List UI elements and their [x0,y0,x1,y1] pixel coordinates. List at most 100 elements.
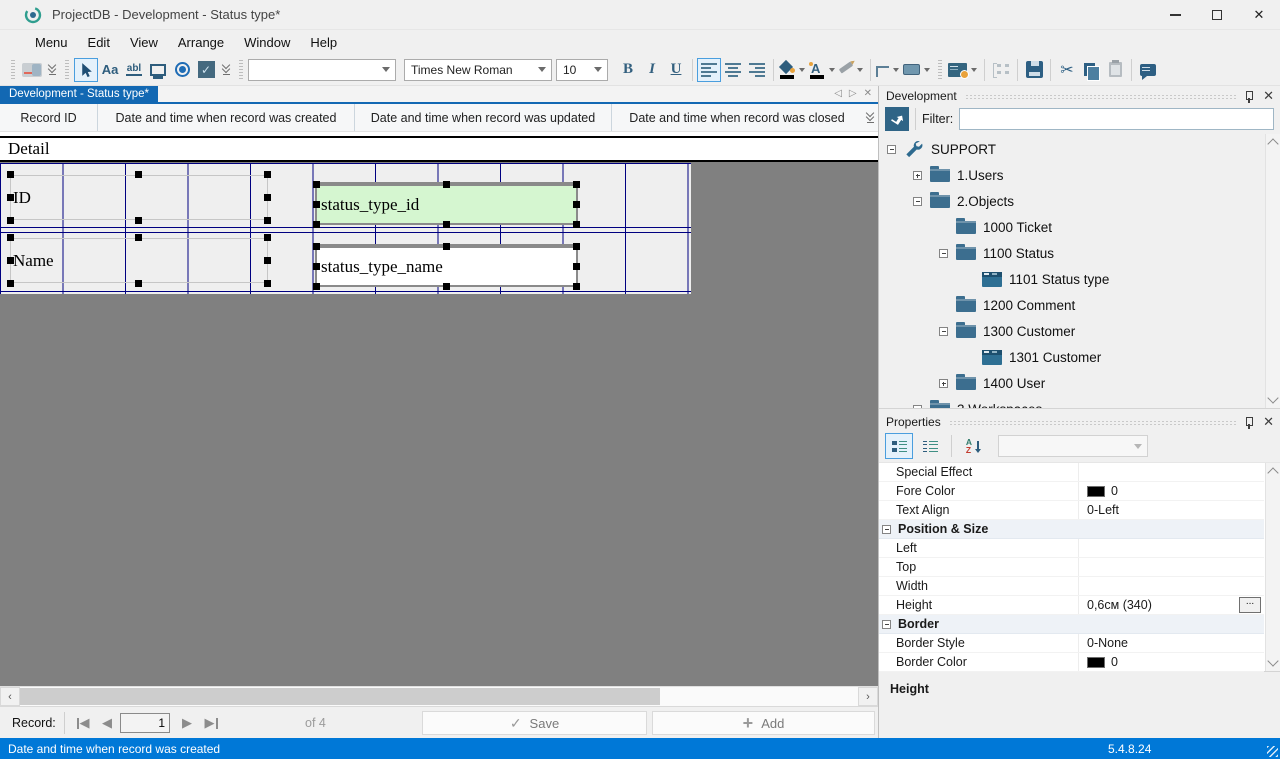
property-row-border-color[interactable]: Border Color 0 [879,653,1264,672]
tree-item-3-workspaces[interactable]: 3.Workspaces [879,396,1264,408]
property-row-top[interactable]: Top [879,558,1264,577]
button-tool[interactable] [146,58,170,82]
expand-icon[interactable] [913,171,922,180]
tree-item-1301-customer[interactable]: 1301 Customer [879,344,1264,370]
collapse-icon[interactable] [882,620,891,629]
comment-button[interactable] [1136,58,1160,82]
menu-arrange[interactable]: Arrange [169,32,233,53]
panel-close-icon[interactable]: ✕ [1263,91,1274,101]
add-record-button[interactable]: + Add [652,711,875,735]
previous-record-button[interactable]: ◀ [96,712,118,734]
copy-button[interactable] [1079,58,1103,82]
maximize-button[interactable] [1196,0,1238,29]
align-left-button[interactable] [697,58,721,82]
scrollbar-thumb[interactable] [20,688,660,705]
alphabetical-view-button[interactable] [916,433,944,459]
form-properties-button[interactable] [947,58,980,82]
highlight-pen-button[interactable] [838,58,866,82]
menu-menu[interactable]: Menu [26,32,77,53]
property-category-border[interactable]: Border [879,615,1264,634]
property-row-text-align[interactable]: Text Align 0-Left [879,501,1264,520]
insert-image-button[interactable] [20,58,44,82]
toolbar-overflow-icon[interactable] [220,59,232,81]
pin-icon[interactable] [1244,90,1253,103]
menu-view[interactable]: View [121,32,167,53]
property-grid-scrollbar[interactable] [1265,463,1280,671]
label-tool[interactable]: Aa [98,58,122,82]
tree-item-support[interactable]: SUPPORT [879,136,1264,162]
textbox-tool[interactable]: abl [122,58,146,82]
collapse-icon[interactable] [882,525,891,534]
font-color-button[interactable]: A [808,58,838,82]
tree-item-1100-status[interactable]: 1100 Status [879,240,1264,266]
designer-label-id[interactable]: ID [10,175,268,220]
cut-button[interactable]: ✂ [1055,58,1079,82]
categorized-view-button[interactable] [885,433,913,459]
underline-button[interactable]: U [664,58,688,82]
filter-input[interactable] [959,108,1274,130]
property-row-special-effect[interactable]: Special Effect [879,463,1264,482]
tab-close-icon[interactable]: ✕ [864,88,872,99]
tab-scroll-left-icon[interactable]: ◁ [834,88,842,99]
style-combobox[interactable] [248,59,396,81]
align-center-button[interactable] [721,58,745,82]
designer-field-status-type-name[interactable]: status_type_name [315,244,578,287]
close-button[interactable]: ✕ [1238,0,1280,29]
font-size-combobox[interactable]: 10 [556,59,608,81]
last-record-button[interactable]: ▶ [200,712,222,734]
designer-label-name[interactable]: Name [10,238,268,283]
border-corner-button[interactable] [875,58,902,82]
collapse-icon[interactable] [939,327,948,336]
column-closed[interactable]: Date and time when record was closed [612,104,862,131]
collapse-icon[interactable] [887,145,896,154]
border-style-button[interactable] [902,58,933,82]
tree-item-1-users[interactable]: 1.Users [879,162,1264,188]
tree-scrollbar[interactable] [1265,134,1280,408]
collapse-icon[interactable] [913,197,922,206]
save-button[interactable] [1022,58,1046,82]
tree-item-1200-comment[interactable]: 1200 Comment [879,292,1264,318]
align-right-button[interactable] [745,58,769,82]
tab-scroll-right-icon[interactable]: ▷ [849,88,857,99]
goto-object-button[interactable] [885,107,909,131]
property-row-width[interactable]: Width [879,577,1264,596]
scroll-up-icon[interactable] [1267,467,1278,478]
tree-item-1000-ticket[interactable]: 1000 Ticket [879,214,1264,240]
column-record-id[interactable]: Record ID [0,104,98,131]
expand-icon[interactable] [939,379,948,388]
toolbar-grip[interactable] [938,60,942,80]
scroll-left-icon[interactable]: ‹ [0,687,20,706]
scroll-down-icon[interactable] [1267,392,1278,403]
horizontal-scrollbar[interactable]: ‹ › [0,686,878,706]
outline-view-button[interactable] [989,58,1013,82]
detail-band-header[interactable]: Detail [0,136,878,162]
scroll-right-icon[interactable]: › [858,687,878,706]
next-record-button[interactable]: ▶ [176,712,198,734]
toolbar-grip[interactable] [65,60,69,80]
designer-field-status-type-id[interactable]: status_type_id [315,182,578,225]
select-pointer-tool[interactable] [74,58,98,82]
checkbox-tool[interactable]: ✓ [194,58,218,82]
property-row-fore-color[interactable]: Fore Color 0 [879,482,1264,501]
column-created[interactable]: Date and time when record was created [98,104,355,131]
toolbar-grip[interactable] [11,60,15,80]
toolbar-overflow-icon[interactable] [46,59,58,81]
fill-color-button[interactable] [778,58,808,82]
property-category-position-size[interactable]: Position & Size [879,520,1264,539]
save-record-button[interactable]: ✓ Save [422,711,647,735]
menu-window[interactable]: Window [235,32,299,53]
property-row-left[interactable]: Left [879,539,1264,558]
sort-az-button[interactable]: AZ [959,433,987,459]
ellipsis-button[interactable]: ... [1239,597,1261,613]
pin-icon[interactable] [1244,416,1253,429]
form-designer-canvas[interactable]: ID status_type_id Name [0,162,878,686]
tree-item-2-objects[interactable]: 2.Objects [879,188,1264,214]
tree-item-1101-status-type[interactable]: 1101 Status type [879,266,1264,292]
radio-tool[interactable] [170,58,194,82]
collapse-icon[interactable] [939,249,948,258]
record-number-input[interactable] [120,713,170,733]
object-selector-combobox[interactable] [998,435,1148,457]
column-updated[interactable]: Date and time when record was updated [355,104,612,131]
paste-button[interactable] [1103,58,1127,82]
font-combobox[interactable]: Times New Roman [404,59,552,81]
